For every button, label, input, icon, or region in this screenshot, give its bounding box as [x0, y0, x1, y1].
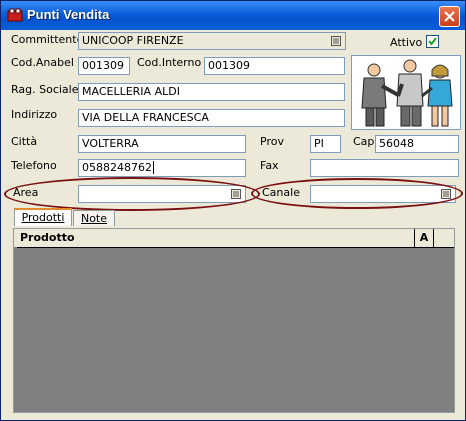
telefono-field[interactable]: 0588248762: [78, 159, 246, 177]
committente-label: Committente: [11, 33, 84, 46]
fax-field[interactable]: [310, 159, 459, 177]
close-button[interactable]: [439, 6, 460, 27]
rag-sociale-field[interactable]: MACELLERIA ALDI: [78, 83, 345, 101]
prodotti-grid[interactable]: Prodotto A: [13, 228, 455, 413]
attivo-label: Attivo: [390, 36, 423, 49]
tab-note[interactable]: Note: [73, 210, 115, 226]
window-title: Punti Vendita: [27, 7, 110, 22]
grid-header: Prodotto A: [14, 229, 454, 248]
grid-body: [14, 247, 17, 412]
prov-label: Prov: [260, 135, 284, 148]
prov-field[interactable]: PI: [310, 135, 341, 153]
indirizzo-value: VIA DELLA FRANCESCA: [82, 111, 209, 124]
fax-label: Fax: [260, 159, 279, 172]
area-annotation-oval: [4, 177, 260, 211]
close-icon: [444, 11, 455, 22]
committente-value: UNICOOP FIRENZE: [82, 34, 184, 47]
telefono-label: Telefono: [11, 159, 57, 172]
citta-value: VOLTERRA: [82, 137, 139, 150]
column-header-a[interactable]: A: [414, 229, 434, 247]
title-bar[interactable]: Punti Vendita: [1, 1, 465, 30]
app-icon: [7, 8, 23, 22]
cod-anabel-field[interactable]: 001309: [78, 57, 130, 75]
citta-field[interactable]: VOLTERRA: [78, 135, 246, 153]
cap-value: 56048: [379, 137, 414, 150]
rag-sociale-label: Rag. Sociale: [11, 83, 79, 96]
cod-interno-value: 001309: [208, 59, 250, 72]
cap-label: Cap: [353, 135, 375, 148]
prov-value: PI: [314, 137, 324, 150]
list-lookup-icon[interactable]: [330, 36, 342, 46]
indirizzo-label: Indirizzo: [11, 108, 58, 121]
tab-prodotti[interactable]: Prodotti: [14, 208, 72, 226]
punti-vendita-window: Punti Vendita Committente UNICOOP FIRENZ…: [0, 0, 466, 421]
attivo-checkbox[interactable]: [426, 35, 439, 48]
cap-field[interactable]: 56048: [375, 135, 459, 153]
cod-anabel-value: 001309: [82, 59, 124, 72]
committente-field[interactable]: UNICOOP FIRENZE: [78, 32, 346, 50]
rag-sociale-value: MACELLERIA ALDI: [82, 85, 180, 98]
checkmark-icon: [428, 37, 437, 46]
telefono-value: 0588248762: [82, 161, 152, 174]
cod-interno-label: Cod.Interno: [137, 56, 202, 69]
handshake-illustration: [361, 59, 453, 127]
text-cursor: [153, 161, 154, 174]
cod-interno-field[interactable]: 001309: [204, 57, 345, 75]
indirizzo-field[interactable]: VIA DELLA FRANCESCA: [78, 109, 345, 127]
business-handshake-picture: [351, 55, 461, 130]
canale-annotation-oval: [251, 178, 463, 209]
column-header-prodotto[interactable]: Prodotto: [20, 231, 75, 244]
cod-anabel-label: Cod.Anabel: [11, 56, 74, 69]
citta-label: Città: [11, 135, 38, 148]
